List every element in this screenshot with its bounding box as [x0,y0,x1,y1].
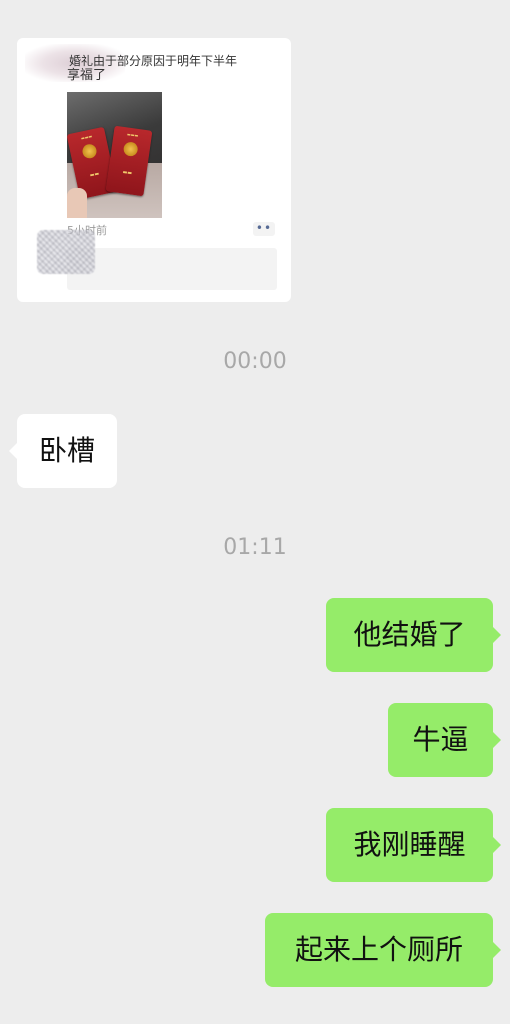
outgoing-message-bubble[interactable]: 他结婚了 [326,598,501,672]
national-emblem-icon [81,142,98,160]
moment-comment-text: 婚礼由于部分原因于明年下半年 [69,54,238,68]
shared-moment-card[interactable]: 享福了 ▬▬▬ ▬▬ ▬▬▬ ▬▬ 5小时前 •• 婚礼由于部分原因于明年下半年 [17,38,291,302]
chat-view[interactable]: 享福了 ▬▬▬ ▬▬ ▬▬▬ ▬▬ 5小时前 •• 婚礼由于部分原因于明年下半年… [0,0,510,1024]
outgoing-message-bubble[interactable]: 我刚睡醒 [326,808,501,882]
more-dots-icon[interactable]: •• [253,222,275,236]
national-emblem-icon [122,141,139,158]
moment-comment-box [67,248,277,290]
outgoing-message-bubble[interactable]: 起来上个厕所 [265,913,501,987]
hand [67,188,87,218]
blurred-avatar [37,230,95,274]
timestamp: 00:00 [223,349,287,374]
incoming-message-bubble[interactable]: 卧槽 [8,414,118,488]
timestamp: 01:11 [223,535,287,560]
outgoing-message-bubble[interactable]: 牛逼 [388,703,501,777]
moment-photo[interactable]: ▬▬▬ ▬▬ ▬▬▬ ▬▬ [67,92,162,218]
